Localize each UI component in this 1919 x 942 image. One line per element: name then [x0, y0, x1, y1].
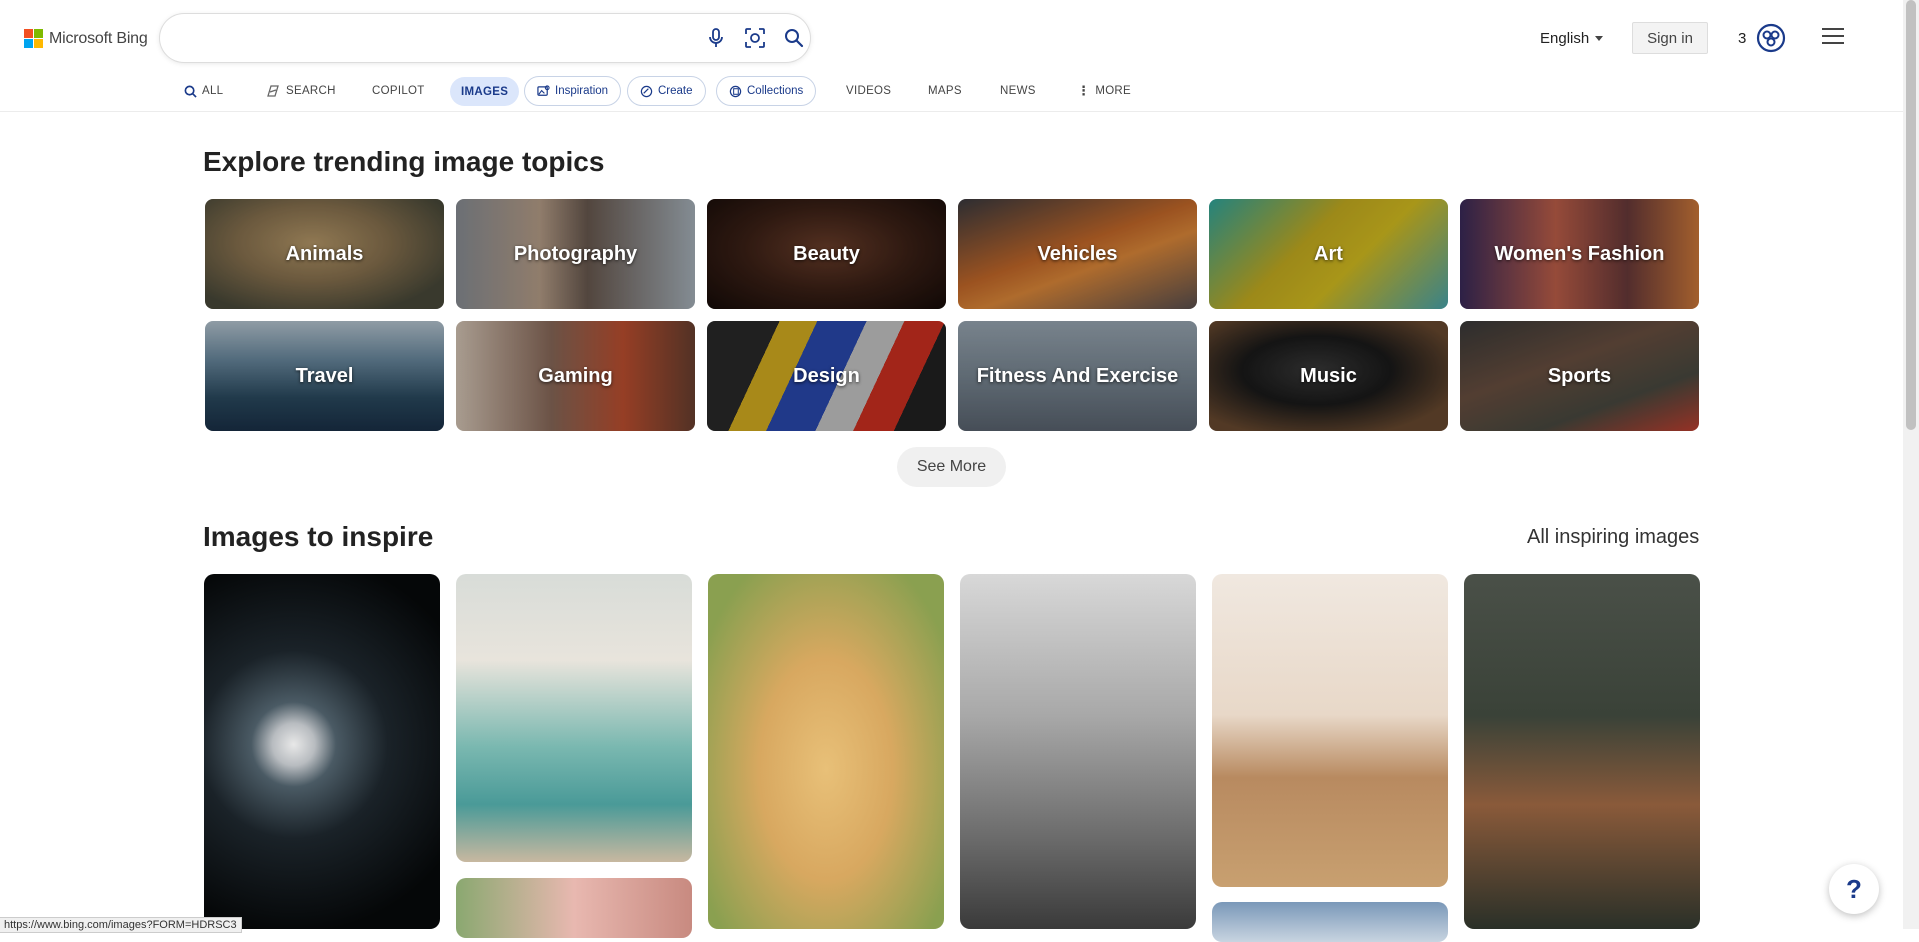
tab-news-label: NEWS: [1000, 85, 1036, 97]
topic-tile-animals[interactable]: Animals: [205, 199, 444, 309]
tab-copilot-label: COPILOT: [372, 85, 425, 97]
topic-tile-vehicles[interactable]: Vehicles: [958, 199, 1197, 309]
tab-images[interactable]: IMAGES: [450, 77, 520, 106]
topic-tile-design[interactable]: Design: [707, 321, 946, 431]
main-content: Explore trending image topics Animals Ph…: [0, 112, 1903, 942]
search-icon: [184, 85, 197, 98]
topic-label: Music: [1300, 364, 1357, 387]
search-icon[interactable]: [782, 26, 806, 50]
see-more-button[interactable]: See More: [897, 447, 1006, 487]
create-icon: [640, 85, 653, 97]
topic-tile-womens-fashion[interactable]: Women's Fashion: [1460, 199, 1699, 309]
sign-in-button[interactable]: Sign in: [1632, 22, 1708, 54]
help-button[interactable]: ?: [1829, 864, 1879, 914]
inspire-image-sky[interactable]: [1212, 902, 1448, 942]
topic-label: Design: [793, 364, 860, 387]
hamburger-menu-icon[interactable]: [1822, 28, 1844, 46]
copilot-search-icon: [267, 85, 279, 97]
tab-collections[interactable]: Collections: [716, 76, 817, 106]
topic-label: Women's Fashion: [1494, 242, 1665, 265]
inspire-image-forest-house[interactable]: [1464, 574, 1700, 929]
chevron-down-icon: [1595, 36, 1604, 41]
topic-label: Fitness And Exercise: [976, 364, 1179, 387]
tab-maps-label: MAPS: [928, 85, 962, 97]
inspire-image-dolphins[interactable]: [960, 574, 1196, 929]
topic-label: Travel: [295, 364, 354, 387]
topic-label: Gaming: [538, 364, 613, 387]
vertical-tabs: ALL SEARCH COPILOT IMAGES Inspiration Cr…: [0, 76, 1903, 112]
tab-images-label: IMAGES: [461, 85, 509, 98]
inspire-image-bedroom[interactable]: [1212, 574, 1448, 887]
scrollbar-thumb[interactable]: [1906, 0, 1916, 430]
tab-maps[interactable]: MAPS: [928, 76, 962, 106]
topic-label: Art: [1314, 242, 1343, 265]
visual-search-icon[interactable]: [743, 26, 767, 50]
tab-videos-label: VIDEOS: [846, 85, 892, 97]
microphone-icon[interactable]: [704, 26, 728, 50]
rewards-trophy-icon[interactable]: [1756, 23, 1786, 53]
language-label: English: [1540, 30, 1590, 47]
trending-title: Explore trending image topics: [203, 146, 605, 177]
inspire-image-flowers[interactable]: [456, 878, 692, 938]
topic-label: Sports: [1547, 364, 1612, 387]
more-vertical-icon: ⋮: [1077, 83, 1091, 98]
inspire-image-moon-woman[interactable]: [204, 574, 440, 929]
topic-label: Animals: [285, 242, 364, 265]
tab-copilot[interactable]: COPILOT: [372, 76, 425, 106]
topic-tile-beauty[interactable]: Beauty: [707, 199, 946, 309]
tab-more[interactable]: ⋮ MORE: [1077, 76, 1131, 106]
topic-label: Vehicles: [1037, 242, 1118, 265]
tab-inspiration-label: Inspiration: [555, 85, 609, 97]
tab-create-label: Create: [658, 85, 693, 97]
logo-text: Microsoft Bing: [49, 29, 148, 47]
tab-collections-label: Collections: [747, 85, 804, 97]
topic-tile-fitness[interactable]: Fitness And Exercise: [958, 321, 1197, 431]
tab-search-label: SEARCH: [286, 85, 336, 97]
microsoft-logo-icon: [24, 29, 43, 48]
all-inspiring-images-link[interactable]: All inspiring images: [1527, 526, 1699, 549]
tab-create[interactable]: Create: [627, 76, 706, 106]
language-selector[interactable]: English: [1540, 30, 1604, 47]
top-bar: Microsoft Bing English Sign in 3: [0, 0, 1903, 76]
inspire-title: Images to inspire: [203, 521, 434, 552]
tab-search[interactable]: SEARCH: [265, 76, 336, 106]
topic-tile-gaming[interactable]: Gaming: [456, 321, 695, 431]
tab-all[interactable]: ALL: [184, 76, 223, 106]
topic-tile-sports[interactable]: Sports: [1460, 321, 1699, 431]
inspiration-icon: [537, 84, 550, 96]
tab-more-label: MORE: [1095, 85, 1132, 97]
tab-inspiration[interactable]: Inspiration: [524, 76, 622, 106]
topic-label: Photography: [513, 242, 638, 265]
inspire-image-cave-pool[interactable]: [456, 574, 692, 862]
search-box: [160, 14, 810, 62]
page-scrollbar[interactable]: [1903, 0, 1919, 929]
collections-icon: [729, 85, 742, 97]
bing-logo[interactable]: Microsoft Bing: [24, 29, 148, 48]
topic-tile-photography[interactable]: Photography: [456, 199, 695, 309]
topic-tile-music[interactable]: Music: [1209, 321, 1448, 431]
tab-videos[interactable]: VIDEOS: [846, 76, 891, 106]
topic-tile-art[interactable]: Art: [1209, 199, 1448, 309]
inspire-image-puppies[interactable]: [708, 574, 944, 929]
topic-label: Beauty: [793, 242, 860, 265]
tab-all-label: ALL: [202, 85, 224, 97]
topic-tile-travel[interactable]: Travel: [205, 321, 444, 431]
rewards-count: 3: [1738, 30, 1747, 47]
tab-news[interactable]: NEWS: [1000, 76, 1036, 106]
search-input[interactable]: [180, 26, 680, 50]
status-bar-url: https://www.bing.com/images?FORM=HDRSC3: [0, 917, 242, 933]
